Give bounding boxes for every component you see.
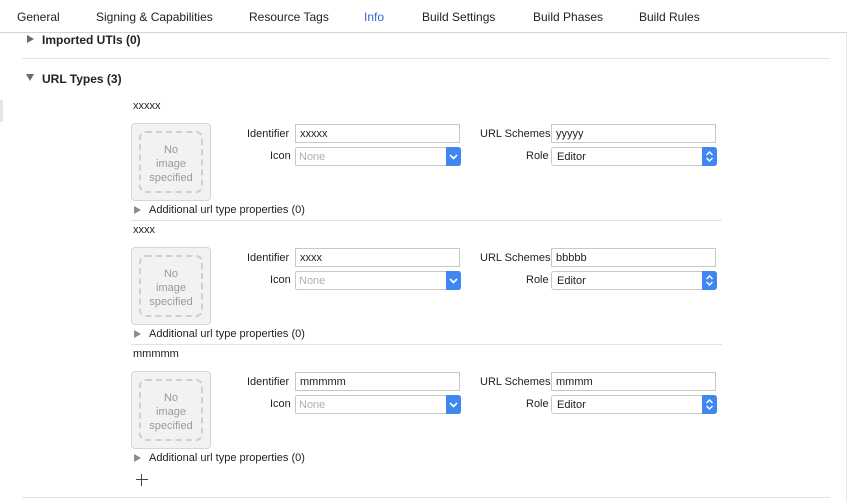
tab-info[interactable]: Info — [364, 10, 384, 24]
no-image-text: No — [163, 144, 179, 156]
url-type-name: xxxxx — [133, 100, 161, 112]
icon-label: Icon — [270, 398, 291, 410]
no-image-text: No — [163, 268, 179, 280]
disclosure-triangle-icon — [134, 206, 141, 214]
url-schemes-field[interactable] — [551, 372, 716, 391]
no-image-text: specified — [149, 420, 193, 432]
role-popup-value: Editor — [557, 151, 586, 163]
role-popup-value: Editor — [557, 399, 586, 411]
url-schemes-field[interactable] — [551, 124, 716, 143]
chevron-updown-icon — [702, 147, 717, 166]
identifier-label: Identifier — [247, 376, 290, 388]
url-schemes-field[interactable] — [551, 248, 716, 267]
role-popup-value: Editor — [557, 275, 586, 287]
section-divider — [22, 497, 830, 498]
disclosure-triangle-icon — [134, 330, 141, 338]
icon-popup[interactable]: None — [295, 395, 461, 414]
tab-build-rules[interactable]: Build Rules — [639, 10, 700, 24]
additional-properties-label: Additional url type properties (0) — [149, 204, 305, 216]
imported-utis-header[interactable]: Imported UTIs (0) — [42, 33, 141, 47]
url-type-name: xxxx — [133, 224, 155, 236]
url-types-header[interactable]: URL Types (3) — [42, 72, 122, 86]
tab-bar: General Signing & Capabilities Resource … — [0, 0, 847, 33]
icon-popup-value: None — [299, 275, 326, 287]
section-divider — [22, 58, 830, 59]
no-image-text: specified — [149, 172, 193, 184]
additional-properties-label: Additional url type properties (0) — [149, 452, 305, 464]
chevron-down-icon — [446, 147, 461, 166]
disclosure-triangle-icon — [134, 454, 141, 462]
url-type-divider — [131, 344, 722, 345]
tab-signing-capabilities[interactable]: Signing & Capabilities — [96, 10, 213, 24]
url-type-image-well[interactable]: No image specified — [131, 371, 211, 449]
plus-icon[interactable] — [136, 474, 148, 486]
url-schemes-label: URL Schemes — [480, 376, 551, 388]
no-image-text: image — [156, 406, 186, 418]
url-type-image-well[interactable]: No image specified — [131, 123, 211, 201]
url-schemes-label: URL Schemes — [480, 252, 551, 264]
role-popup[interactable]: Editor — [551, 271, 717, 290]
additional-properties-label: Additional url type properties (0) — [149, 328, 305, 340]
url-type-divider — [131, 220, 722, 221]
identifier-label: Identifier — [247, 252, 290, 264]
no-image-placeholder: No image specified — [139, 255, 203, 317]
chevron-updown-icon — [702, 395, 717, 414]
no-image-placeholder: No image specified — [139, 379, 203, 441]
identifier-field[interactable] — [295, 372, 460, 391]
editor-left-edge — [0, 100, 3, 122]
tab-general[interactable]: General — [17, 10, 60, 24]
chevron-down-icon — [446, 395, 461, 414]
identifier-label: Identifier — [247, 128, 290, 140]
no-image-text: image — [156, 158, 186, 170]
icon-label: Icon — [270, 274, 291, 286]
url-types-disclosure-icon[interactable] — [26, 74, 34, 81]
no-image-placeholder: No image specified — [139, 131, 203, 193]
identifier-field[interactable] — [295, 124, 460, 143]
url-type-image-well[interactable]: No image specified — [131, 247, 211, 325]
icon-popup-value: None — [299, 151, 326, 163]
tab-build-phases[interactable]: Build Phases — [533, 10, 603, 24]
role-popup[interactable]: Editor — [551, 395, 717, 414]
icon-popup[interactable]: None — [295, 147, 461, 166]
no-image-text: No — [163, 392, 179, 404]
role-label: Role — [526, 398, 549, 410]
icon-label: Icon — [270, 150, 291, 162]
role-popup[interactable]: Editor — [551, 147, 717, 166]
url-schemes-label: URL Schemes — [480, 128, 551, 140]
identifier-field[interactable] — [295, 248, 460, 267]
chevron-updown-icon — [702, 271, 717, 290]
url-type-name: mmmmm — [133, 348, 179, 360]
tab-build-settings[interactable]: Build Settings — [422, 10, 495, 24]
no-image-text: specified — [149, 296, 193, 308]
role-label: Role — [526, 150, 549, 162]
tab-resource-tags[interactable]: Resource Tags — [249, 10, 329, 24]
role-label: Role — [526, 274, 549, 286]
no-image-text: image — [156, 282, 186, 294]
chevron-down-icon — [446, 271, 461, 290]
icon-popup[interactable]: None — [295, 271, 461, 290]
imported-utis-disclosure-icon[interactable] — [27, 35, 34, 43]
icon-popup-value: None — [299, 399, 326, 411]
